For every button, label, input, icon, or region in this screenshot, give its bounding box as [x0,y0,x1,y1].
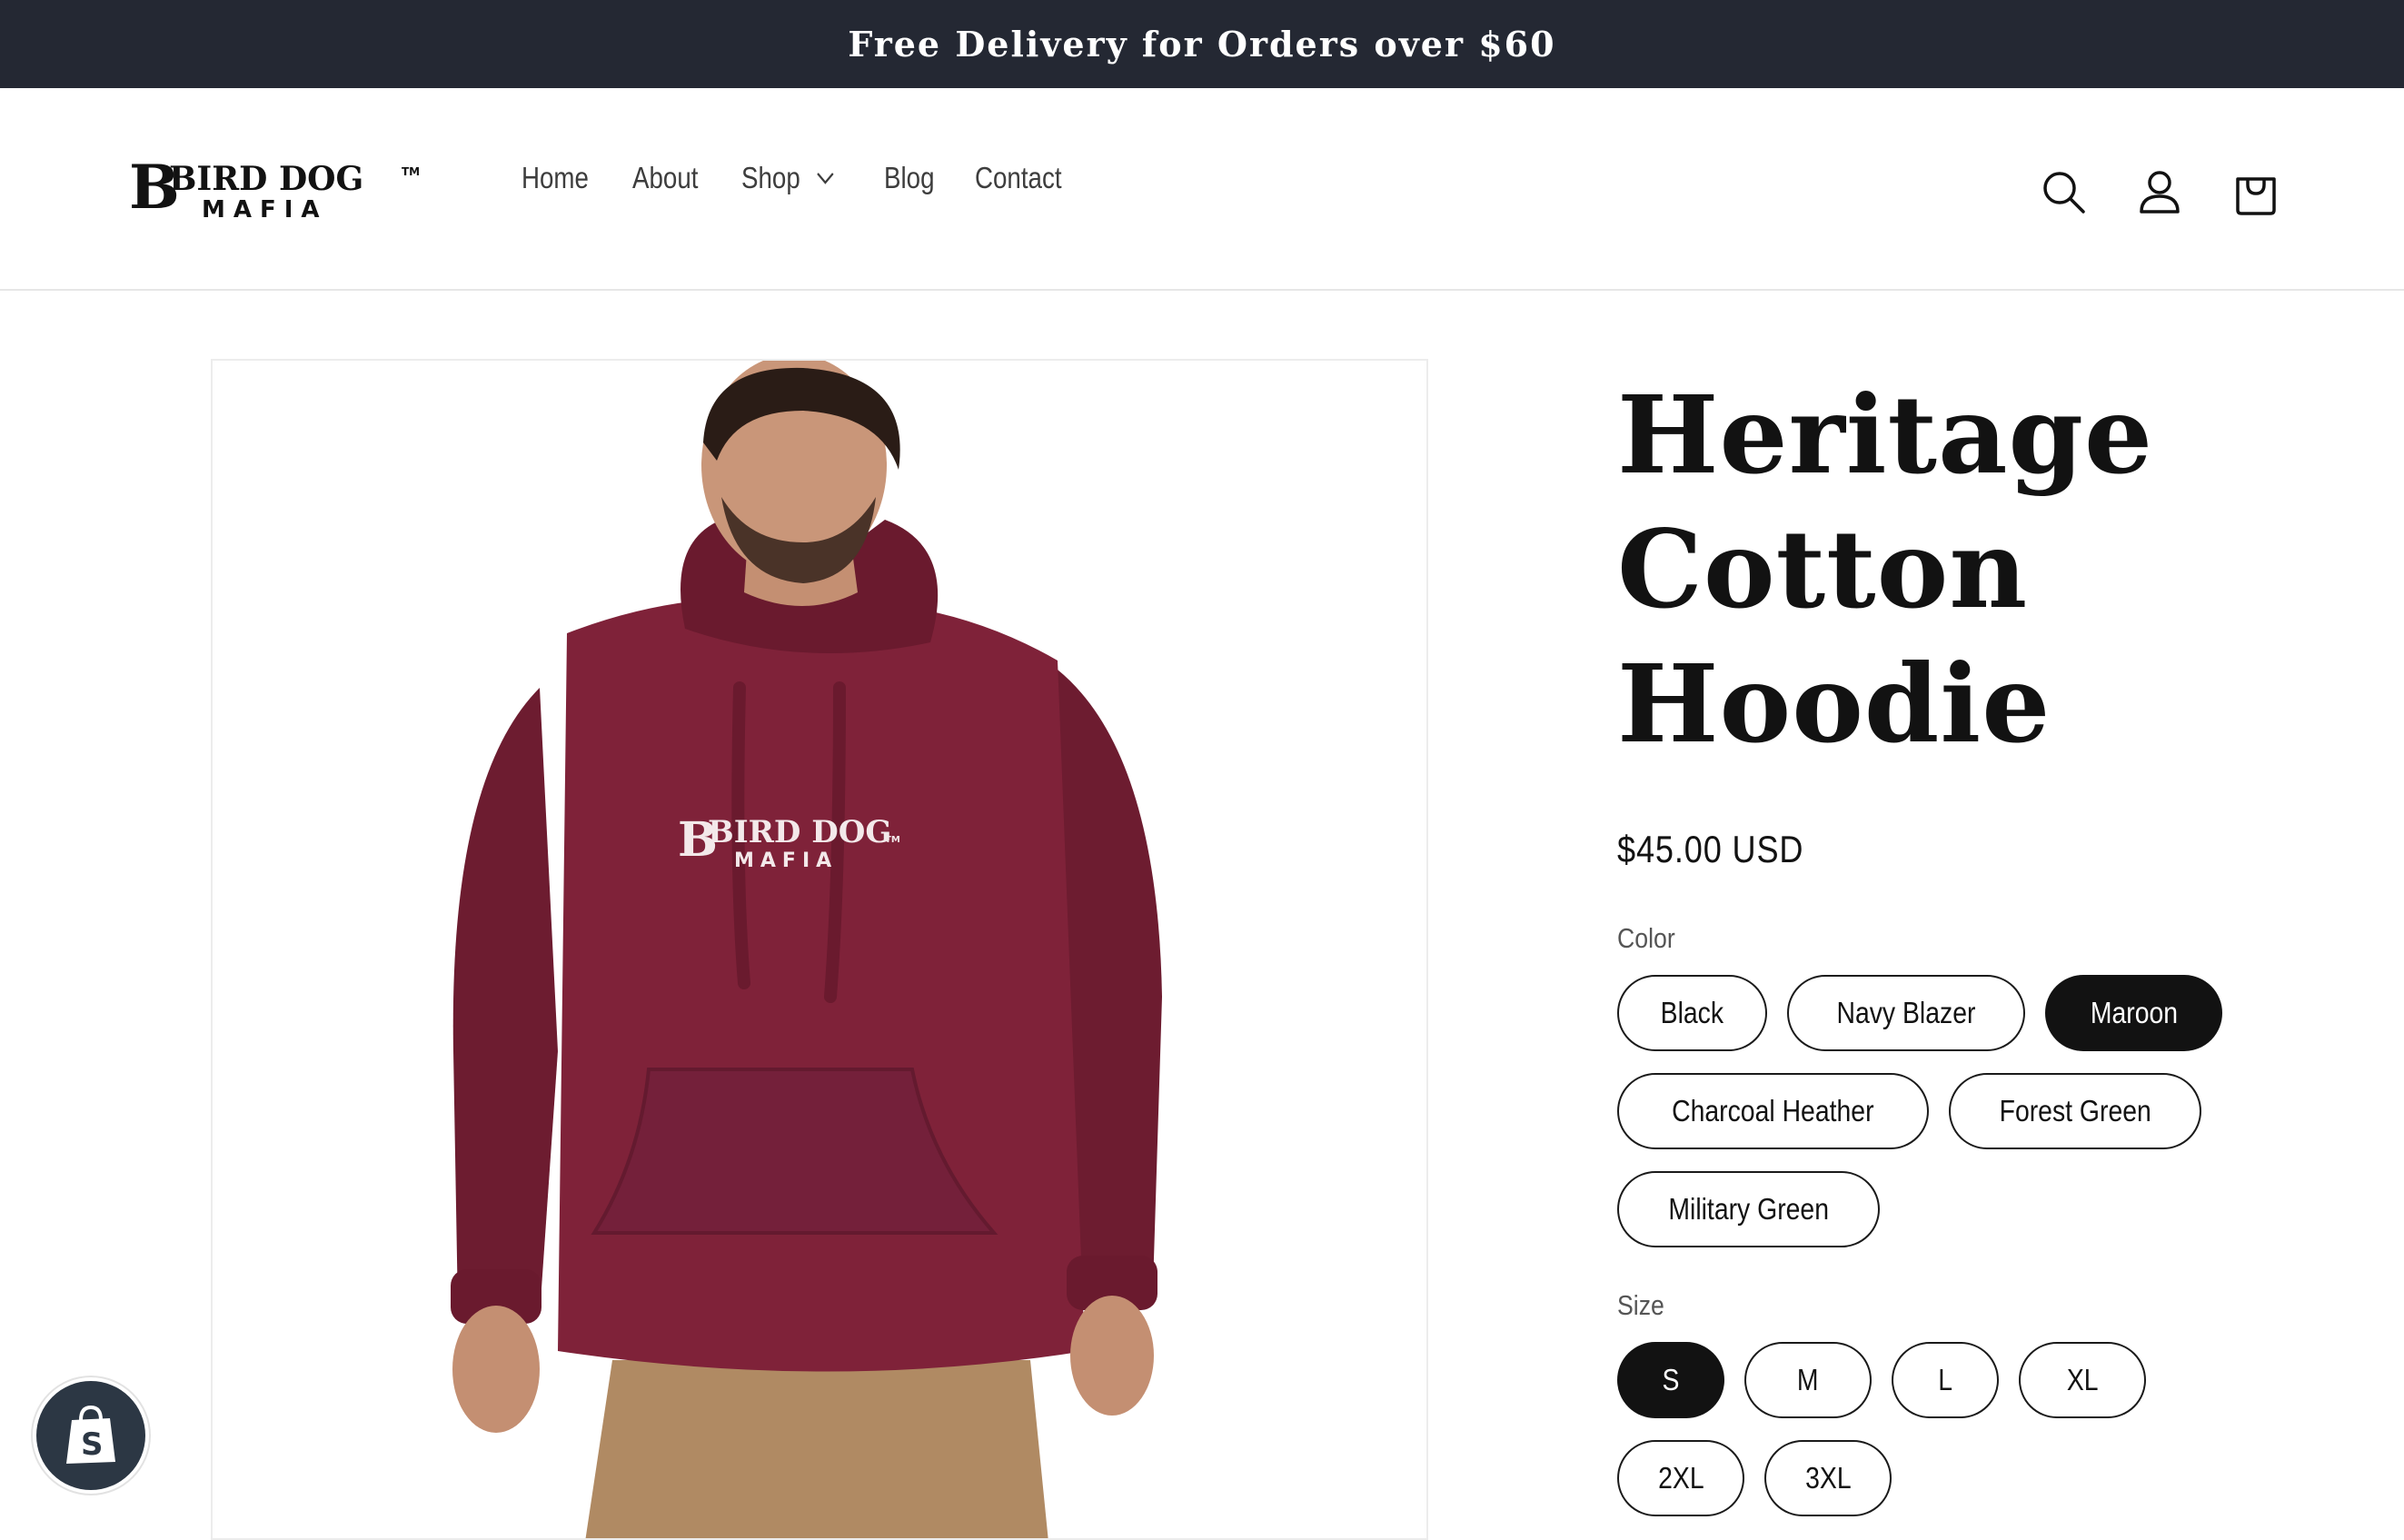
nav-about-label: About [632,161,699,194]
svg-text:MAFIA: MAFIA [734,849,838,872]
color-option-label: Black [1660,996,1724,1029]
hoodie-model-image: B BIRD DOG MAFIA TM [451,361,1162,1538]
size-option-s[interactable]: S [1617,1342,1724,1418]
svg-text:BIRD DOG: BIRD DOG [169,160,363,198]
nav-home-label: Home [522,161,589,194]
size-option-2xl[interactable]: 2XL [1617,1440,1744,1516]
account-icon[interactable] [2134,166,2185,217]
svg-text:TM: TM [402,165,420,178]
main-nav: Home About Shop Blog Contact [522,161,1098,195]
svg-text:TM: TM [885,835,900,845]
size-option-label: 2XL [1657,1461,1704,1495]
announcement-text: Free Delivery for Orders over $60 [848,24,1556,65]
chevron-down-icon [817,173,834,184]
color-option-charcoal-heather[interactable]: Charcoal Heather [1617,1073,1929,1149]
color-option-label: Charcoal Heather [1672,1094,1874,1128]
svg-text:S: S [81,1426,104,1463]
color-label: Color [1617,922,1675,954]
product-info: Heritage Cotton Hoodie $45.00 USD Color … [1617,368,2308,1538]
svg-text:BIRD DOG: BIRD DOG [708,814,891,850]
nav-blog[interactable]: Blog [884,161,934,195]
title-line-2: Cotton [1617,506,2029,632]
nav-blog-label: Blog [884,161,935,194]
nav-shop[interactable]: Shop [741,161,835,195]
size-option-label: L [1938,1363,1952,1396]
nav-contact[interactable]: Contact [975,161,1062,195]
shopify-bag-icon: S [66,1405,115,1464]
size-option-label: S [1662,1363,1680,1396]
size-option-l[interactable]: L [1892,1342,1999,1418]
product-title: Heritage Cotton Hoodie [1617,368,2308,771]
title-line-3: Hoodie [1617,641,2051,767]
size-option-label: M [1797,1363,1819,1396]
color-option-forest-green[interactable]: Forest Green [1948,1073,2202,1149]
search-icon[interactable] [2038,166,2089,217]
color-option-black[interactable]: Black [1617,975,1767,1051]
size-option-3xl[interactable]: 3XL [1764,1440,1892,1516]
size-option-m[interactable]: M [1744,1342,1872,1418]
color-option-label: Navy Blazer [1836,996,1976,1029]
nav-about[interactable]: About [632,161,698,195]
svg-text:MAFIA: MAFIA [202,196,328,224]
site-logo[interactable]: B BIRD DOG MAFIA TM [129,152,429,224]
title-line-1: Heritage [1617,372,2154,498]
color-option-navy-blazer[interactable]: Navy Blazer [1786,975,2025,1051]
size-option-label: XL [2066,1363,2099,1396]
color-option-label: Forest Green [1999,1094,2151,1128]
nav-home[interactable]: Home [522,161,589,195]
product-image[interactable]: B BIRD DOG MAFIA TM [211,359,1428,1540]
color-options: Black Navy Blazer Maroon Charcoal Heathe… [1617,975,2308,1269]
nav-contact-label: Contact [975,161,1062,194]
color-option-label: Maroon [2090,996,2178,1029]
size-option-label: 3XL [1804,1461,1852,1495]
product-price: $45.00 USD [1617,828,1804,870]
color-option-label: Military Green [1668,1192,1830,1226]
nav-shop-label: Shop [741,161,801,194]
color-option-military-green[interactable]: Military Green [1617,1171,1881,1247]
header-actions [1992,166,2281,217]
shopify-chat-button[interactable]: S [36,1381,145,1490]
site-header: B BIRD DOG MAFIA TM Home About Shop Blog… [0,88,2404,291]
size-label: Size [1617,1289,1664,1321]
size-option-xl[interactable]: XL [2019,1342,2146,1418]
color-option-maroon[interactable]: Maroon [2044,975,2223,1051]
size-options: S M L XL 2XL 3XL [1617,1342,2308,1538]
announcement-bar: Free Delivery for Orders over $60 [0,0,2404,88]
cart-icon[interactable] [2230,166,2281,217]
